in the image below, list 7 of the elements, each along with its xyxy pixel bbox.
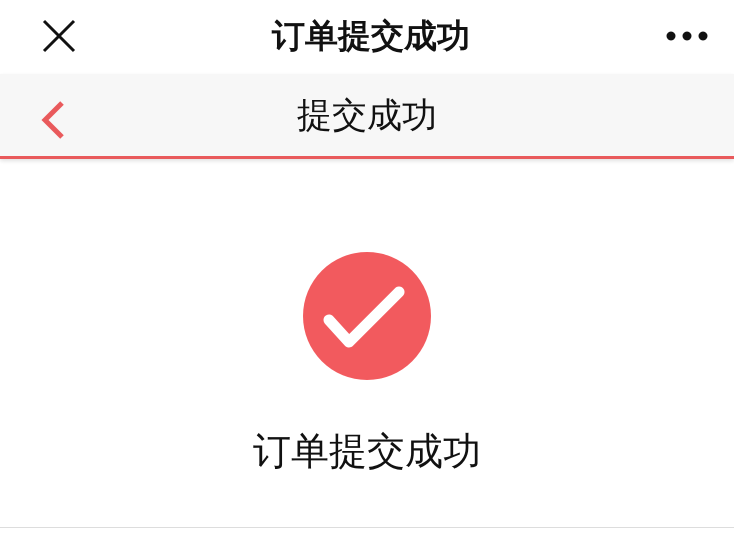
back-icon[interactable] — [40, 100, 66, 140]
success-message: 订单提交成功 — [253, 428, 481, 475]
page-title: 提交成功 — [297, 94, 437, 138]
window-title: 订单提交成功 — [272, 14, 470, 56]
more-icon[interactable] — [666, 31, 708, 41]
close-icon[interactable] — [42, 19, 76, 53]
check-circle-icon — [303, 252, 431, 380]
